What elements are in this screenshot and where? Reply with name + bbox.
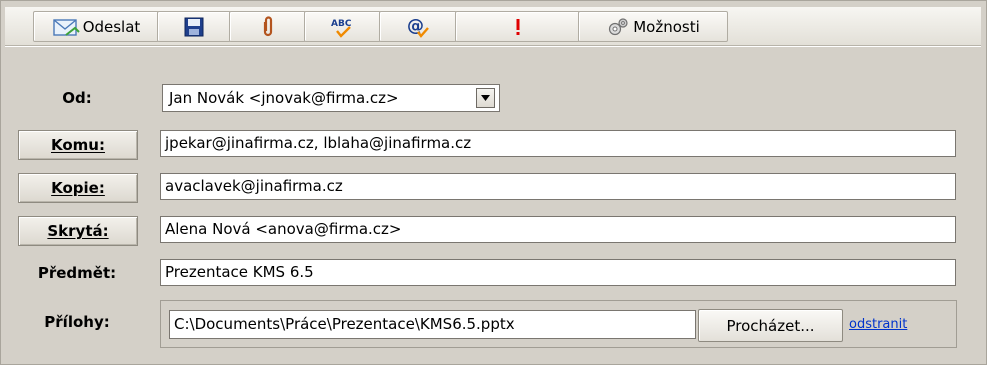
- attachments-label: Přílohy:: [44, 313, 110, 331]
- toolbar: Odeslat ABC @ Možnosti: [5, 7, 981, 47]
- to-field[interactable]: jpekar@jinafirma.cz, lblaha@jinafirma.cz: [160, 130, 956, 157]
- compose-window: Odeslat ABC @ Možnosti Od: Jan Novák <jn…: [0, 0, 987, 365]
- attachments-box: C:\Documents\Práce\Prezentace\KMS6.5.ppt…: [160, 300, 957, 348]
- bcc-button[interactable]: Skrytá:: [18, 216, 138, 246]
- from-label: Od:: [62, 89, 92, 107]
- priority-button[interactable]: [455, 11, 580, 42]
- remove-attachment-link[interactable]: odstranit: [849, 317, 907, 332]
- address-book-icon: @: [404, 15, 432, 39]
- send-label: Odeslat: [82, 17, 141, 36]
- cc-field[interactable]: avaclavek@jinafirma.cz: [160, 173, 956, 200]
- options-label: Možnosti: [633, 17, 700, 36]
- save-button[interactable]: [157, 11, 231, 42]
- attach-button[interactable]: [229, 11, 306, 42]
- save-icon: [184, 17, 204, 37]
- priority-icon: [514, 17, 522, 37]
- attachment-path-input[interactable]: C:\Documents\Práce\Prezentace\KMS6.5.ppt…: [169, 310, 696, 339]
- cc-button[interactable]: Kopie:: [18, 173, 138, 203]
- spellcheck-icon: ABC: [328, 15, 358, 39]
- to-label: Komu:: [51, 136, 105, 154]
- paperclip-icon: [261, 15, 275, 38]
- from-select[interactable]: Jan Novák <jnovak@firma.cz>: [162, 84, 500, 112]
- cc-label: Kopie:: [51, 179, 105, 197]
- from-value: Jan Novák <jnovak@firma.cz>: [169, 89, 399, 107]
- svg-text:@: @: [407, 16, 424, 36]
- address-check-button[interactable]: @: [379, 11, 457, 42]
- options-button[interactable]: Možnosti: [578, 11, 728, 42]
- spellcheck-button[interactable]: ABC: [304, 11, 381, 42]
- browse-button[interactable]: Procházet...: [698, 309, 843, 342]
- bcc-label: Skrytá:: [47, 222, 109, 240]
- subject-label: Předmět:: [37, 264, 117, 282]
- send-button[interactable]: Odeslat: [33, 11, 159, 42]
- to-button[interactable]: Komu:: [18, 130, 138, 160]
- gear-icon: [606, 16, 630, 38]
- subject-field[interactable]: Prezentace KMS 6.5: [160, 259, 956, 286]
- bcc-field[interactable]: Alena Nová <anova@firma.cz>: [160, 216, 956, 243]
- chevron-down-icon[interactable]: [476, 88, 495, 108]
- envelope-icon: [52, 16, 80, 38]
